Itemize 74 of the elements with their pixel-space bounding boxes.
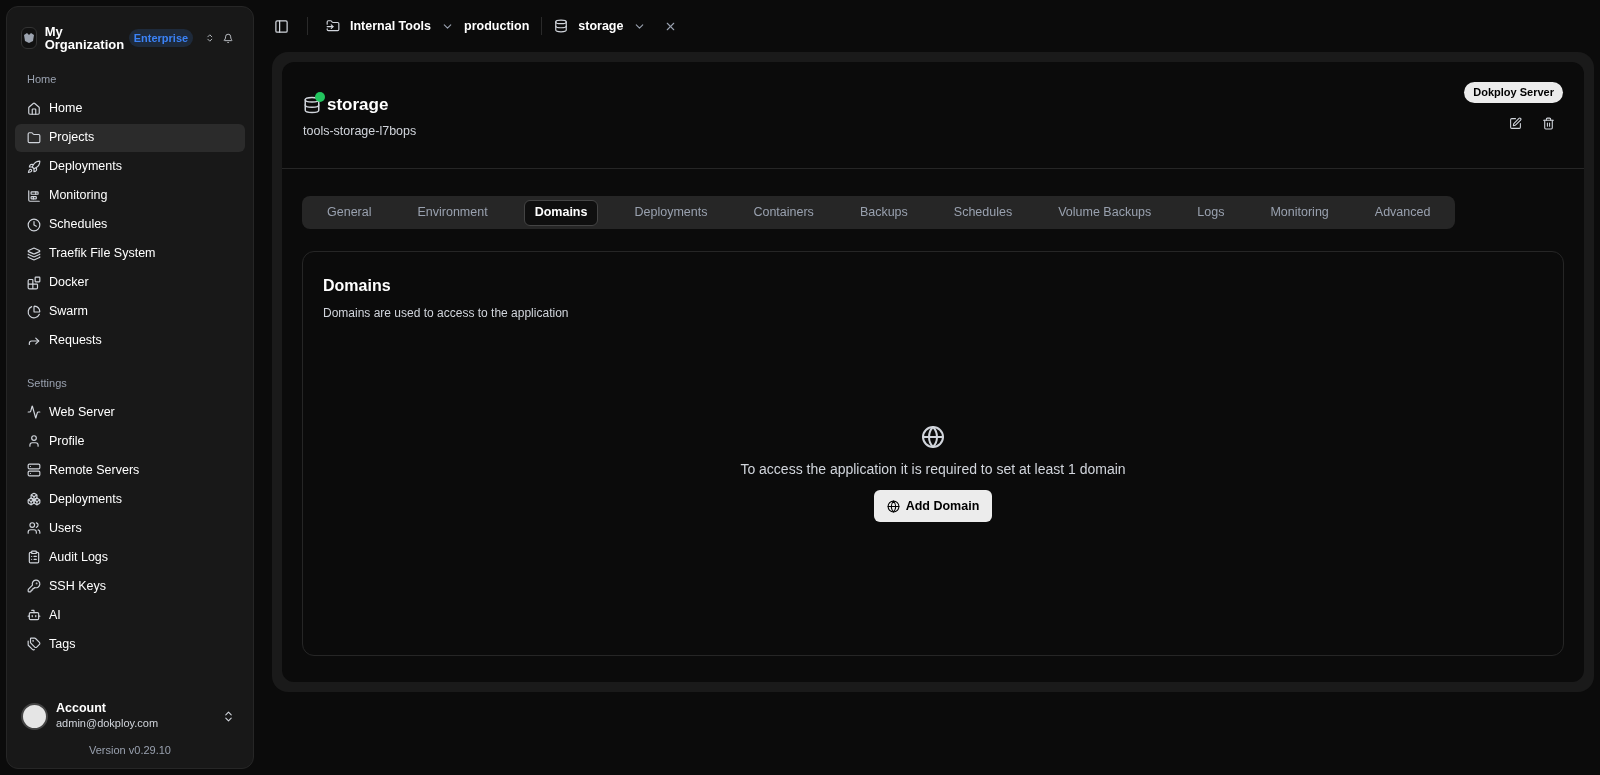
tab[interactable]: Deployments [624, 199, 718, 226]
version-text: Version v0.29.10 [88, 742, 172, 758]
account-email: admin@dokploy.com [56, 716, 159, 731]
sidebar-item[interactable]: Web Server [15, 398, 245, 426]
server-badge: Dokploy Server [1464, 82, 1563, 103]
tab[interactable]: Backups [849, 199, 918, 226]
tab[interactable]: Environment [407, 199, 498, 226]
section-title: Home [26, 72, 58, 87]
person-icon [27, 434, 41, 448]
empty-message: To access the application it is required to set at least 1 domain [740, 460, 1126, 480]
switch-icon[interactable] [205, 31, 215, 45]
add-domain-button[interactable]: Add Domain [873, 490, 993, 523]
sidebar-item[interactable]: Projects [15, 123, 245, 152]
tab[interactable]: Monitoring [1260, 199, 1339, 226]
house-icon [27, 101, 41, 116]
sidebar-item[interactable]: Schedules [15, 210, 245, 239]
sidebar-item[interactable]: Swarm [15, 297, 245, 326]
clock-icon [27, 217, 41, 232]
sidebar-item[interactable]: Traefik File System [15, 239, 245, 268]
sidebar-item[interactable]: Tags [15, 630, 245, 658]
service-link[interactable]: storage [578, 16, 624, 36]
plan-badge: Enterprise [128, 28, 194, 48]
blocks-icon [27, 275, 41, 290]
service-icon [554, 19, 569, 33]
sidebar-item[interactable]: Users [15, 514, 245, 542]
boxes-icon [27, 492, 41, 506]
card-description: Domains are used to access to the application [323, 305, 570, 323]
clipboard-icon [27, 550, 41, 564]
globe-icon [921, 425, 945, 450]
edit-icon[interactable] [1509, 116, 1522, 130]
avatar-icon [21, 702, 48, 730]
sidebar-item[interactable]: Monitoring [15, 181, 245, 210]
sidebar-item[interactable]: Audit Logs [15, 543, 245, 571]
key-icon [27, 579, 41, 593]
rocket-icon [27, 159, 41, 174]
tab[interactable]: Schedules [943, 199, 1023, 226]
section-title: Settings [26, 375, 68, 391]
sidebar-item[interactable]: Requests [15, 326, 245, 355]
pulse-icon [27, 405, 41, 419]
sidebar-item[interactable]: AI [15, 601, 245, 629]
stack-icon [27, 246, 41, 261]
sidebar-item[interactable]: Home [15, 94, 245, 123]
people-icon [27, 521, 41, 535]
tab[interactable]: Volume Backups [1048, 199, 1162, 226]
sidebar-item[interactable]: SSH Keys [15, 572, 245, 600]
service-title: storage [327, 94, 389, 116]
tab[interactable]: Advanced [1364, 199, 1441, 226]
server-icon [27, 463, 41, 477]
tab[interactable]: Containers [743, 199, 824, 226]
tags-icon [27, 637, 41, 651]
tab[interactable]: General [317, 199, 382, 226]
sidebar-item[interactable]: Deployments [15, 485, 245, 513]
project-link[interactable]: Internal Tools [350, 16, 432, 36]
delete-icon[interactable] [1542, 116, 1555, 130]
environment-link[interactable]: production [464, 16, 530, 36]
sidebar-item[interactable]: Remote Servers [15, 456, 245, 484]
app-name: tools-storage-l7bops [303, 122, 417, 140]
sidebar-item[interactable]: Profile [15, 427, 245, 455]
tab[interactable]: Logs [1187, 199, 1235, 226]
sidebar-toggle-icon[interactable] [274, 18, 289, 34]
robot-icon [27, 608, 41, 622]
service-icon [303, 95, 321, 114]
project-icon [326, 19, 340, 33]
tab[interactable]: Domains [523, 199, 599, 226]
pie-chart-icon [27, 304, 41, 319]
folder-icon [27, 130, 41, 145]
card-title: Domains [323, 276, 392, 297]
globe-icon [886, 499, 900, 513]
account-menu-icon[interactable] [222, 709, 235, 723]
chart-icon [27, 188, 41, 203]
account-name: Account [56, 701, 107, 715]
sidebar-item[interactable]: Docker [15, 268, 245, 297]
sidebar-item[interactable]: Deployments [15, 152, 245, 181]
logo-icon [21, 27, 37, 49]
